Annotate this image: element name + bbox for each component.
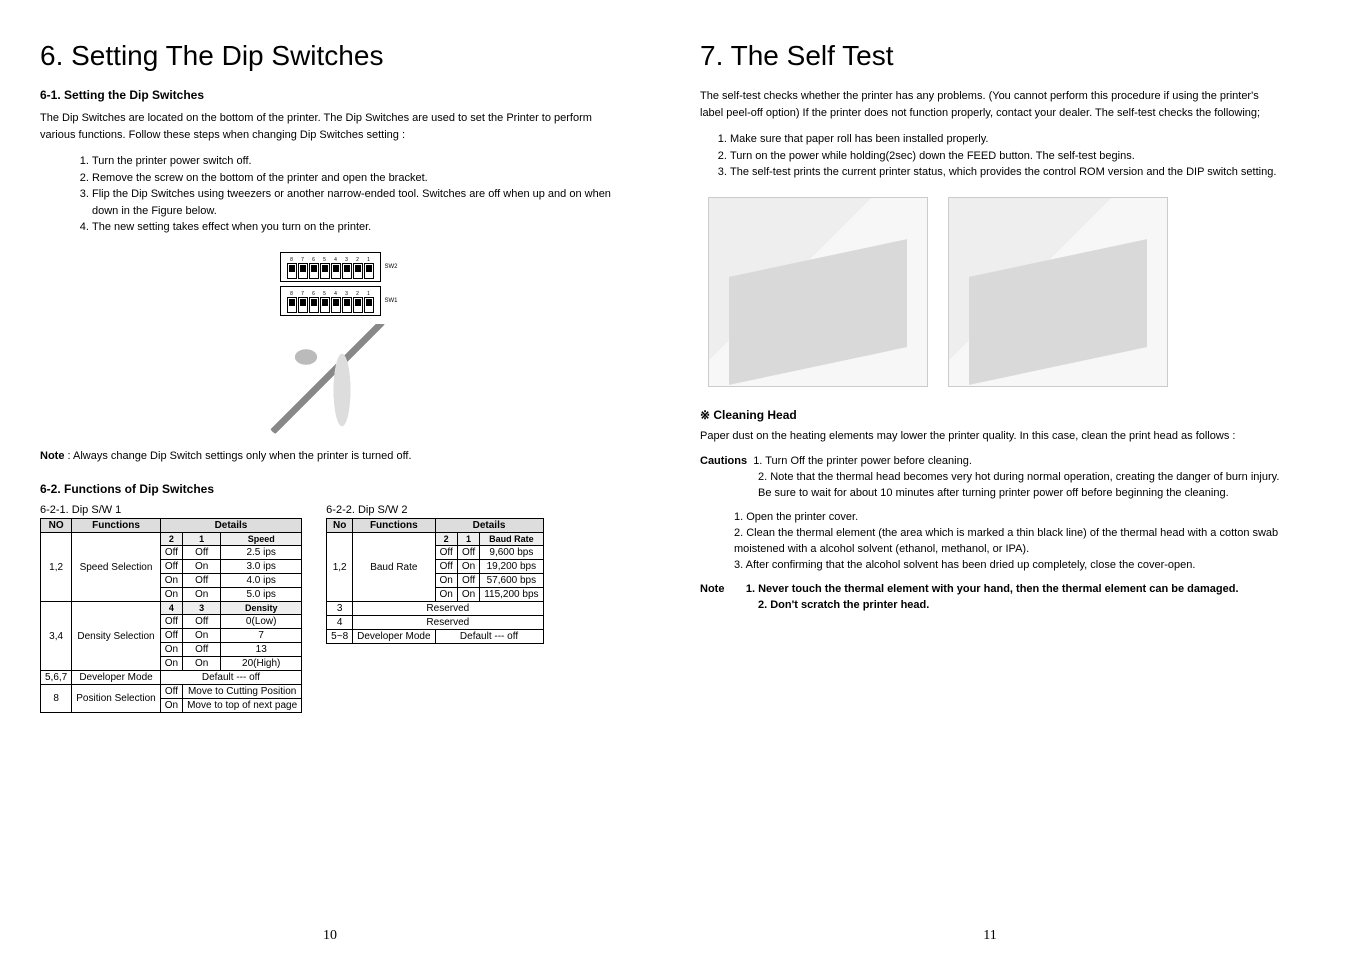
cell-no: 1,2: [41, 533, 72, 602]
cell-no: 3: [327, 602, 353, 616]
step-item: Turn the printer power switch off.: [92, 153, 620, 170]
printer-photos: On: [700, 191, 1280, 398]
section-6-1-para: The Dip Switches are located on the bott…: [40, 110, 620, 143]
cleaning-para: Paper dust on the heating elements may l…: [700, 428, 1280, 445]
cell-val: Default --- off: [435, 630, 543, 644]
clean-step: 1. Open the printer cover.: [734, 510, 1280, 526]
sw2-tag: SW2: [384, 264, 397, 270]
caution-line: 1. Turn Off the printer power before cle…: [753, 455, 972, 467]
page-number-right: 11: [700, 928, 1280, 944]
cleaning-steps: 1. Open the printer cover. 2. Clean the …: [700, 510, 1280, 574]
clean-step: 2. Clean the thermal element (the area w…: [734, 526, 1280, 558]
cell-func: Developer Mode: [353, 630, 435, 644]
section-6-1-steps: Turn the printer power switch off. Remov…: [40, 153, 620, 236]
cell-func: Position Selection: [72, 685, 161, 713]
step-item: Make sure that paper roll has been insta…: [730, 131, 1280, 148]
cell-func: Developer Mode: [72, 671, 161, 685]
step-item: Flip the Dip Switches using tweezers or …: [92, 186, 620, 219]
cell-no: 1,2: [327, 533, 353, 602]
cell-no: 5~8: [327, 630, 353, 644]
right-page: 7. The Self Test The self-test checks wh…: [700, 40, 1280, 934]
cell-no: 5,6,7: [41, 671, 72, 685]
cell-func: Density Selection: [72, 602, 161, 671]
on-label: On: [867, 316, 889, 334]
cell-func: Baud Rate: [353, 533, 435, 602]
right-heading: 7. The Self Test: [700, 40, 1280, 72]
note-label: Note: [700, 583, 724, 595]
dip-sw1-table: NO Functions Details 1,2 Speed Selection…: [40, 518, 302, 713]
cautions-block: Cautions 1. Turn Off the printer power b…: [700, 454, 1280, 502]
dip-block-sw1: 87654321 SW1: [280, 286, 381, 316]
step-item: The new setting takes effect when you tu…: [92, 219, 620, 236]
th-no: NO: [41, 519, 72, 533]
dip-switch-figure: 87654321 SW2 87654321 SW1: [40, 250, 620, 434]
dip-sw2-table: No Functions Details 1,2 Baud Rate 2 1 B…: [326, 518, 543, 644]
table-2-wrap: 6-2-2. Dip S/W 2 No Functions Details 1,…: [326, 504, 543, 650]
dip-tables-wrap: 6-2-1. Dip S/W 1 NO Functions Details 1,…: [40, 504, 620, 719]
th-no: No: [327, 519, 353, 533]
right-para-1: The self-test checks whether the printer…: [700, 88, 1280, 121]
printer-photo-on: On: [708, 197, 928, 387]
cleaning-head-title: ※ Cleaning Head: [700, 408, 1280, 422]
dip-block-sw2: 87654321 SW2: [280, 252, 381, 282]
section-6-1-title: 6-1. Setting the Dip Switches: [40, 88, 620, 102]
final-note: Note 1. Never touch the thermal element …: [700, 582, 1280, 614]
cell-no: 3,4: [41, 602, 72, 671]
cell-no: 4: [327, 616, 353, 630]
cell-func: Speed Selection: [72, 533, 161, 602]
clean-step: 3. After confirming that the alcohol sol…: [734, 558, 1280, 574]
step-item: Remove the screw on the bottom of the pr…: [92, 170, 620, 187]
left-heading: 6. Setting The Dip Switches: [40, 40, 620, 72]
table-2-caption: 6-2-2. Dip S/W 2: [326, 504, 543, 516]
selftest-steps: Make sure that paper roll has been insta…: [700, 131, 1280, 181]
cell-val: Reserved: [353, 616, 543, 630]
sw1-tag: SW1: [384, 298, 397, 304]
note-text: : Always change Dip Switch settings only…: [64, 450, 411, 462]
note-line: 2. Don't scratch the printer head.: [758, 599, 929, 611]
step-item: Turn on the power while holding(2sec) do…: [730, 148, 1280, 165]
step-item: The self-test prints the current printer…: [730, 164, 1280, 181]
cell-val: Reserved: [353, 602, 543, 616]
left-page: 6. Setting The Dip Switches 6-1. Setting…: [40, 40, 620, 934]
th-func: Functions: [72, 519, 161, 533]
note-line: 1. Never touch the thermal element with …: [746, 583, 1239, 595]
printer-photo-open: [948, 197, 1168, 387]
section-6-2-title: 6-2. Functions of Dip Switches: [40, 482, 620, 496]
hand-illustration: [270, 324, 390, 434]
th-details: Details: [160, 519, 301, 533]
note-label: Note: [40, 450, 64, 462]
caution-line: 2. Note that the thermal head becomes ve…: [700, 470, 1280, 502]
cell-val: Default --- off: [160, 671, 301, 685]
th-details: Details: [435, 519, 543, 533]
cell-no: 8: [41, 685, 72, 713]
cautions-label: Cautions: [700, 455, 747, 467]
th-func: Functions: [353, 519, 435, 533]
page-number-left: 10: [40, 928, 620, 944]
table-1-caption: 6-2-1. Dip S/W 1: [40, 504, 302, 516]
table-1-wrap: 6-2-1. Dip S/W 1 NO Functions Details 1,…: [40, 504, 302, 719]
dip-note: Note : Always change Dip Switch settings…: [40, 448, 620, 465]
